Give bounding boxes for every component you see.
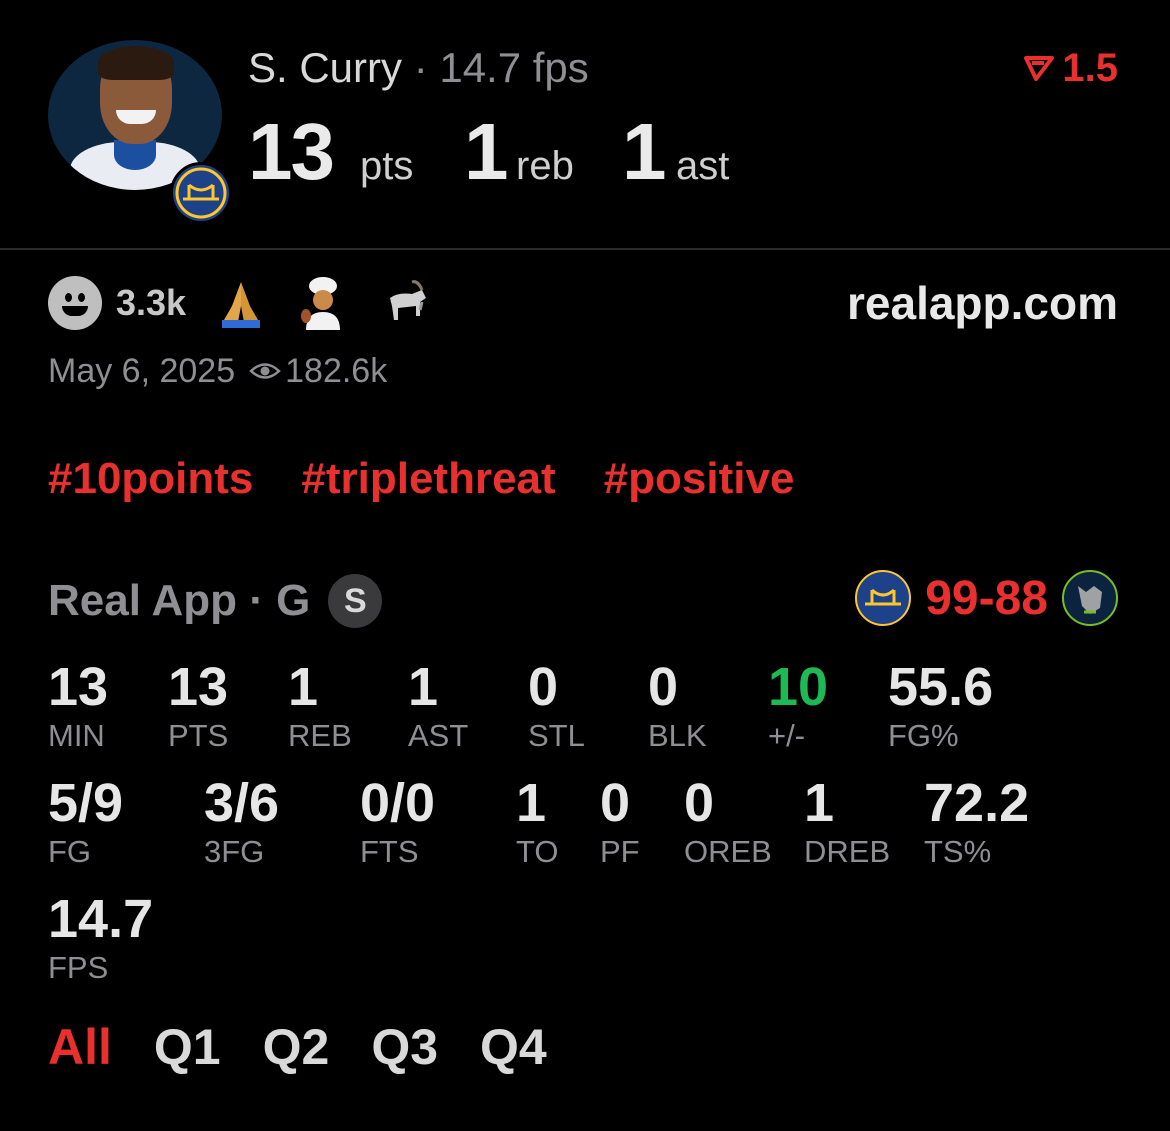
view-count: 182.6k	[285, 352, 388, 390]
stat-value: 10	[768, 657, 829, 717]
warriors-logo-icon	[855, 570, 912, 626]
headline-ast-unit: ast	[676, 144, 730, 188]
reaction-count: 3.3k	[116, 282, 187, 323]
stat-3fg: 3/6 3FG	[204, 772, 279, 870]
game-score[interactable]: 99-88	[855, 570, 1118, 626]
site-link[interactable]: realapp.com	[847, 276, 1118, 330]
down-trend-icon	[1024, 46, 1055, 91]
stat-ast: 1 AST	[408, 656, 468, 754]
meta-line: May 6, 2025 182.6k	[48, 352, 387, 391]
headline-pts-value: 13	[248, 107, 335, 196]
fps-label: · 14.7 fps	[413, 44, 589, 91]
jersey-collar	[114, 140, 156, 170]
stat-stl: 0 STL	[528, 656, 585, 754]
stat-label: OREB	[684, 834, 772, 869]
tab-q1[interactable]: Q1	[154, 1018, 221, 1076]
stat-dreb: 1 DREB	[804, 772, 890, 870]
home-score: 99	[925, 571, 979, 625]
tab-q2[interactable]: Q2	[263, 1018, 330, 1076]
quarter-tabs: All Q1 Q2 Q3 Q4	[48, 1018, 547, 1076]
stat-fts: 0/0 FTS	[360, 772, 435, 870]
player-title-line[interactable]: S. Curry · 14.7 fps	[248, 44, 589, 92]
stat-label: DREB	[804, 834, 891, 869]
stat-label: REB	[288, 718, 352, 753]
stat-pts: 13 PTS	[168, 656, 228, 754]
headline-ast-value: 1	[622, 107, 666, 196]
stat-label: AST	[408, 718, 469, 753]
stat-label: TO	[516, 834, 559, 869]
hashtag[interactable]: #10points	[48, 454, 253, 504]
score-separator: -	[978, 571, 995, 625]
stat-value: 5/9	[48, 773, 124, 833]
player-hair	[98, 46, 174, 80]
hashtag-list: #10points #triplethreat #positive	[48, 454, 794, 504]
warriors-logo-icon	[170, 162, 232, 224]
headline-reb-unit: reb	[516, 144, 574, 188]
stat-label: FG	[48, 834, 92, 869]
stat-min: 13 MIN	[48, 656, 108, 754]
stat-ts-pct: 72.2 TS%	[924, 772, 1029, 870]
game-source-line: Real App · G S	[48, 574, 383, 628]
status-badge: S	[328, 574, 383, 628]
stat-label: STL	[528, 718, 585, 753]
stat-label: +/-	[768, 718, 806, 753]
stat-label: FTS	[360, 834, 419, 869]
headline-reb-value: 1	[464, 107, 508, 196]
stat-label: FPS	[48, 950, 109, 985]
stat-value: 72.2	[924, 773, 1030, 833]
stat-to: 1 TO	[516, 772, 559, 870]
tab-q3[interactable]: Q3	[371, 1018, 438, 1076]
goat-icon[interactable]	[378, 276, 432, 330]
header-divider	[0, 248, 1170, 250]
stat-fg: 5/9 FG	[48, 772, 123, 870]
stat-value: 0	[648, 657, 679, 717]
stat-value: 55.6	[888, 657, 994, 717]
stat-label: PF	[600, 834, 640, 869]
stat-value: 1	[288, 657, 319, 717]
stat-pf: 0 PF	[600, 772, 640, 870]
stat-fps: 14.7 FPS	[48, 888, 153, 986]
rating-delta: 1.5	[1024, 46, 1118, 91]
stat-value: 1	[804, 773, 835, 833]
player-name[interactable]: S. Curry	[248, 44, 402, 91]
stat-value: 14.7	[48, 889, 154, 949]
stat-reb: 1 REB	[288, 656, 352, 754]
stat-value: 0	[600, 773, 631, 833]
stat-oreb: 0 OREB	[684, 772, 772, 870]
post-date: May 6, 2025	[48, 352, 236, 390]
stat-value: 0/0	[360, 773, 436, 833]
headline-pts-unit: pts	[360, 144, 414, 188]
stat-value: 0	[528, 657, 559, 717]
stat-value: 0	[684, 773, 715, 833]
delta-value: 1.5	[1062, 46, 1118, 90]
away-score: 88	[994, 571, 1048, 625]
stat-value: 1	[408, 657, 439, 717]
stat-label: BLK	[648, 718, 707, 753]
chef-icon[interactable]	[296, 276, 350, 330]
reactions-row: 3.3k	[48, 276, 432, 330]
praying-hands-icon[interactable]	[214, 276, 268, 330]
smiley-icon[interactable]	[48, 276, 102, 330]
hashtag[interactable]: #triplethreat	[301, 454, 555, 504]
hashtag[interactable]: #positive	[604, 454, 795, 504]
stat-fg-pct: 55.6 FG%	[888, 656, 993, 754]
game-source: Real App · G	[48, 576, 311, 625]
stat-value: 13	[168, 657, 229, 717]
stat-label: TS%	[924, 834, 992, 869]
stat-value: 1	[516, 773, 547, 833]
stat-label: 3FG	[204, 834, 265, 869]
stat-value: 13	[48, 657, 109, 717]
tab-q4[interactable]: Q4	[480, 1018, 547, 1076]
stat-label: FG%	[888, 718, 959, 753]
stat-value: 3/6	[204, 773, 280, 833]
stat-plus-minus: 10 +/-	[768, 656, 828, 754]
stat-label: PTS	[168, 718, 229, 753]
tab-all[interactable]: All	[48, 1018, 112, 1076]
stat-label: MIN	[48, 718, 105, 753]
timberwolves-logo-icon	[1062, 570, 1118, 626]
eye-icon	[249, 352, 281, 391]
stat-blk: 0 BLK	[648, 656, 707, 754]
